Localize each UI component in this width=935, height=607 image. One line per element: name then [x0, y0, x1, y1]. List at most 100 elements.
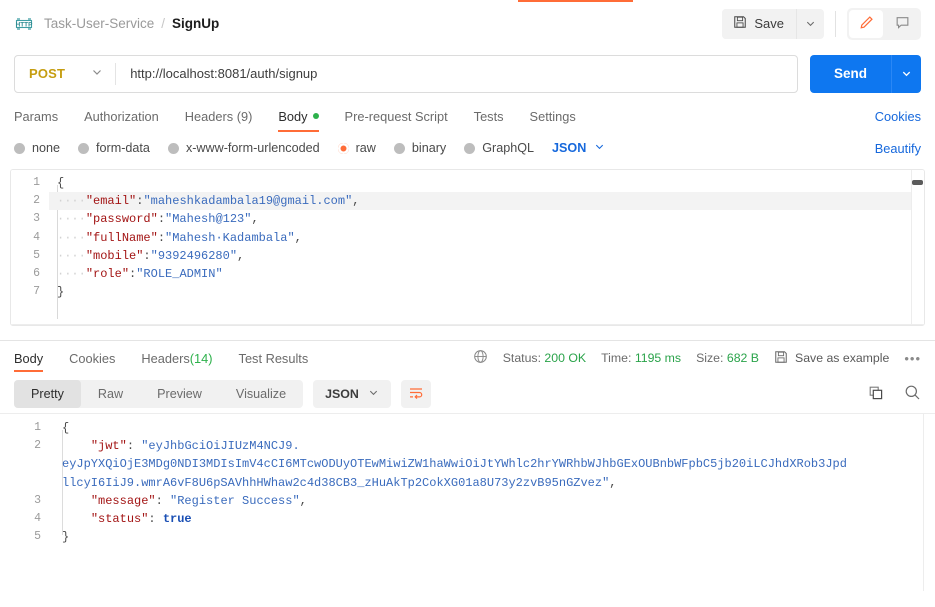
line-number: 4: [0, 510, 52, 528]
code-line: }: [49, 283, 924, 301]
tab-body-label: Body: [278, 109, 307, 124]
json-key: "password": [86, 212, 158, 226]
line-number: 7: [11, 283, 49, 301]
radio-icon: [14, 143, 25, 154]
json-value-part1: "eyJhbGciOiJIUzM4NCJ9.: [141, 439, 299, 453]
method-selector[interactable]: POST: [15, 56, 115, 92]
view-visualize[interactable]: Visualize: [219, 380, 303, 408]
breadcrumb-separator: /: [161, 16, 165, 31]
send-options-caret[interactable]: [891, 55, 921, 93]
indent-dots: ····: [57, 231, 86, 245]
json-comma: ,: [352, 194, 359, 208]
response-tab-body[interactable]: Body: [14, 341, 56, 375]
size-value: 682 B: [727, 351, 759, 365]
url-bar-row: POST http://localhost:8081/auth/signup S…: [0, 47, 935, 100]
body-type-raw[interactable]: raw: [338, 141, 376, 155]
body-type-form-data[interactable]: form-data: [78, 141, 150, 155]
request-editor-scrollbar[interactable]: [911, 170, 924, 325]
word-wrap-button[interactable]: [401, 380, 431, 408]
response-tab-headers-label: Headers: [141, 351, 189, 366]
request-body-editor[interactable]: 1 2 3 4 5 6 7 { ····"email":"maheshkadam…: [10, 169, 925, 326]
tab-params-label: Params: [14, 109, 58, 124]
response-tab-cookies-label: Cookies: [69, 351, 115, 366]
body-type-none[interactable]: none: [14, 141, 60, 155]
radio-icon: [394, 143, 405, 154]
body-type-binary[interactable]: binary: [394, 141, 446, 155]
send-button[interactable]: Send: [810, 55, 891, 93]
json-value: "Mahesh·Kadambala": [165, 231, 295, 245]
tab-authorization[interactable]: Authorization: [71, 100, 172, 132]
code-token: {: [57, 176, 64, 190]
http-icon: HTTP: [14, 14, 34, 34]
comment-icon: [895, 15, 910, 33]
editor-bottom-border: [11, 324, 924, 325]
save-button[interactable]: Save: [722, 9, 796, 39]
response-tab-headers[interactable]: Headers (14): [128, 341, 225, 375]
json-boolean-value: true: [163, 512, 192, 526]
breadcrumb: Task-User-Service / SignUp: [44, 16, 219, 31]
word-wrap-icon: [408, 385, 424, 404]
response-tab-test-results[interactable]: Test Results: [226, 341, 322, 375]
json-colon: :: [158, 231, 165, 245]
response-status-area: Status: 200 OK Time: 1195 ms Size: 682 B…: [473, 349, 921, 367]
view-mode-group: [847, 8, 921, 40]
breadcrumb-collection[interactable]: Task-User-Service: [44, 16, 154, 31]
edit-mode-button[interactable]: [849, 10, 883, 38]
radio-icon: [168, 143, 179, 154]
line-number: 1: [0, 419, 52, 437]
json-value: "Mahesh@123": [165, 212, 251, 226]
view-preview[interactable]: Preview: [140, 380, 219, 408]
json-value: "ROLE_ADMIN": [136, 267, 222, 281]
response-body-viewer[interactable]: 1 2 3 4 5 { "jwt": "eyJhbGciOiJIUzM4NCJ9…: [0, 413, 935, 591]
body-type-urlencoded[interactable]: x-www-form-urlencoded: [168, 141, 320, 155]
tab-params[interactable]: Params: [14, 100, 71, 132]
radio-icon: [78, 143, 89, 154]
json-colon: :: [127, 439, 141, 453]
breadcrumb-request-name[interactable]: SignUp: [172, 16, 219, 31]
tab-tests[interactable]: Tests: [461, 100, 517, 132]
line-number: 3: [11, 210, 49, 228]
cookies-link[interactable]: Cookies: [875, 109, 921, 124]
code-line: "message": "Register Success",: [52, 492, 935, 510]
copy-button[interactable]: [868, 385, 884, 404]
ellipsis-icon[interactable]: •••: [904, 351, 921, 366]
body-type-graphql[interactable]: GraphQL: [464, 141, 534, 155]
scrollbar-thumb[interactable]: [912, 180, 923, 185]
response-scrollbar[interactable]: [923, 414, 935, 591]
body-type-binary-label: binary: [412, 141, 446, 155]
code-line: ····"email":"maheshkadambala19@gmail.com…: [49, 192, 924, 210]
comment-button[interactable]: [885, 10, 919, 38]
line-number: 5: [11, 247, 49, 265]
save-options-caret[interactable]: [796, 9, 824, 39]
json-key: "email": [86, 194, 136, 208]
search-button[interactable]: [904, 384, 921, 404]
tab-settings[interactable]: Settings: [517, 100, 589, 132]
beautify-link[interactable]: Beautify: [875, 141, 921, 156]
chevron-down-icon: [91, 66, 103, 81]
tab-pre-request-script[interactable]: Pre-request Script: [332, 100, 461, 132]
tab-body[interactable]: Body: [265, 100, 331, 132]
code-line: }: [52, 528, 935, 546]
response-tab-cookies[interactable]: Cookies: [56, 341, 128, 375]
chevron-down-icon: [594, 141, 605, 155]
response-view-row: Pretty Raw Preview Visualize JSON: [0, 375, 935, 413]
view-pretty[interactable]: Pretty: [14, 380, 81, 408]
body-format-selector[interactable]: JSON: [552, 141, 605, 155]
response-format-selector[interactable]: JSON: [313, 380, 391, 408]
response-line-numbers: 1 2 3 4 5: [0, 414, 52, 591]
response-code-area[interactable]: { "jwt": "eyJhbGciOiJIUzM4NCJ9. eyJpYXQi…: [52, 414, 935, 591]
url-input[interactable]: http://localhost:8081/auth/signup: [116, 66, 797, 81]
code-token: }: [62, 530, 69, 544]
code-line: {: [49, 174, 924, 192]
globe-icon: [473, 349, 488, 367]
view-raw[interactable]: Raw: [81, 380, 140, 408]
radio-selected-icon: [338, 143, 349, 154]
request-code-area[interactable]: { ····"email":"maheshkadambala19@gmail.c…: [49, 170, 924, 325]
status-badge: Status: 200 OK: [503, 351, 586, 365]
time-label: Time:: [601, 351, 631, 365]
floppy-disk-icon: [733, 15, 747, 32]
tab-headers[interactable]: Headers (9): [172, 100, 266, 132]
save-as-example-button[interactable]: Save as example: [774, 350, 889, 367]
json-key: "role": [86, 267, 129, 281]
body-type-none-label: none: [32, 141, 60, 155]
